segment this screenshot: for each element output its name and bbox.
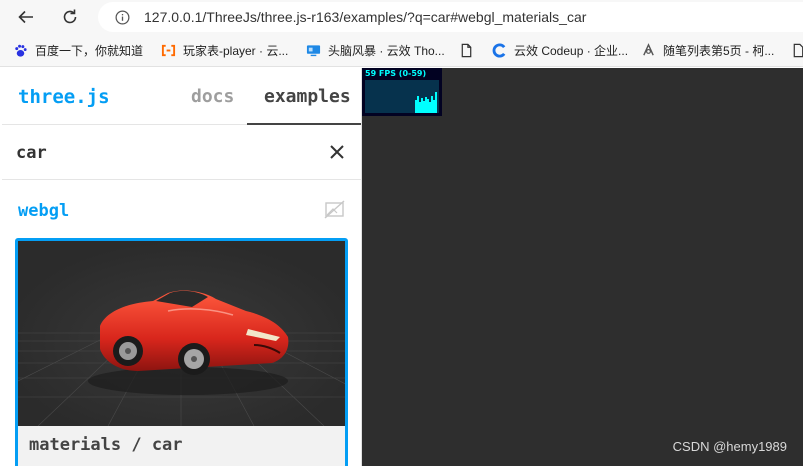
url-text[interactable]: 127.0.0.1/ThreeJs/three.js-r163/examples… xyxy=(144,9,586,25)
fps-graph xyxy=(365,80,439,113)
bookmark-brainstorm[interactable]: 头脑风暴 · 云效 Tho... xyxy=(305,39,453,63)
arrow-left-icon xyxy=(18,10,33,24)
tab-docs[interactable]: docs xyxy=(191,86,234,107)
fps-bars xyxy=(415,92,437,113)
close-icon xyxy=(330,145,344,159)
watermark-text: CSDN @hemy1989 xyxy=(672,439,787,454)
stats-panel[interactable]: 59 FPS (0-59) xyxy=(362,68,442,116)
bookmark-cnblogs[interactable]: 随笔列表第5页 - 柯... xyxy=(640,39,782,63)
address-bar[interactable]: 127.0.0.1/ThreeJs/three.js-r163/examples… xyxy=(98,2,803,32)
bookmark-codeup[interactable]: 云效 Codeup · 企业... xyxy=(491,39,636,63)
sidebar-header: three.js docs examples xyxy=(2,68,361,125)
baidu-paw-icon xyxy=(12,43,28,59)
bookmark-player[interactable]: 玩家表-player · 云... xyxy=(160,39,296,63)
bookmark-label: 百度一下，你就知道 xyxy=(35,44,144,58)
category-title: webgl xyxy=(18,201,70,221)
brand-link[interactable]: three.js xyxy=(18,86,110,108)
aliyun-bracket-icon xyxy=(160,43,176,59)
tab-examples-label: examples xyxy=(264,86,351,107)
example-thumbnail xyxy=(18,241,345,427)
search-input[interactable] xyxy=(16,139,306,167)
bookmark-label: 玩家表-player · 云... xyxy=(183,44,289,58)
fps-readout: 59 FPS (0-59) xyxy=(365,69,427,78)
clear-search-button[interactable] xyxy=(326,141,348,163)
reload-button[interactable] xyxy=(56,4,84,30)
document-icon xyxy=(790,43,803,59)
example-card-materials-car[interactable]: materials / car xyxy=(15,238,348,466)
search-row xyxy=(2,125,361,180)
reload-icon xyxy=(63,9,77,24)
cnblogs-icon xyxy=(640,43,656,59)
webgl-canvas[interactable]: 59 FPS (0-59) CSDN @hemy1989 xyxy=(362,68,803,466)
bookmark-baidu[interactable]: 百度一下，你就知道 xyxy=(12,39,151,63)
bookmark-label: 云效 Codeup · 企业... xyxy=(514,44,629,58)
bookmark-label: 头脑风暴 · 云效 Tho... xyxy=(328,44,445,58)
monitor-icon xyxy=(305,43,321,59)
image-off-icon xyxy=(324,200,345,219)
info-icon[interactable] xyxy=(114,9,130,25)
examples-sidebar: three.js docs examples webgl xyxy=(2,68,362,466)
bookmark-document[interactable] xyxy=(458,39,489,63)
back-button[interactable] xyxy=(12,4,40,30)
tab-examples[interactable]: examples xyxy=(247,68,361,125)
browser-toolbar: 127.0.0.1/ThreeJs/three.js-r163/examples… xyxy=(0,0,803,35)
codeup-c-icon xyxy=(491,43,507,59)
bookmarks-bar: 百度一下，你就知道 玩家表-player · 云... 头脑风暴 · 云效 Th… xyxy=(0,35,803,67)
document-icon xyxy=(458,43,474,59)
car-render-image xyxy=(18,241,345,427)
bookmark-document-2[interactable] xyxy=(790,39,803,63)
example-title: materials / car xyxy=(29,435,183,455)
bookmark-label: 随笔列表第5页 - 柯... xyxy=(663,44,775,58)
toggle-thumbnails-button[interactable] xyxy=(324,200,346,220)
